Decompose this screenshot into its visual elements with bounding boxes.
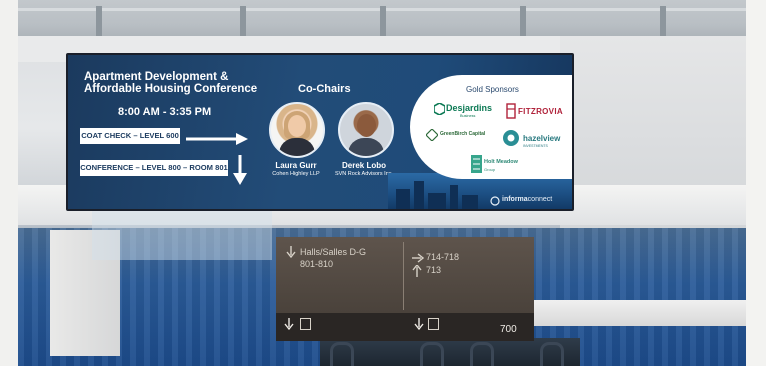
greenbirch-logo-icon	[426, 129, 438, 141]
chair-name: Laura Gurr	[275, 161, 317, 170]
desjardins-logo-icon	[434, 103, 445, 115]
sponsor-holt-meadow: Holt Meadow	[484, 159, 518, 165]
arrow-down-icon	[233, 155, 247, 185]
escalator-handrail	[540, 342, 564, 366]
railing-post	[96, 6, 102, 36]
railing-post	[660, 6, 666, 36]
chair-photo-laura-gurr	[269, 102, 325, 158]
arrow-down-icon	[414, 318, 424, 330]
arrow-down-left-icon	[286, 246, 296, 258]
halls-label: Halls/Salles D-G	[300, 247, 367, 257]
conference-time: 8:00 AM - 3:35 PM	[118, 106, 212, 118]
sponsor-desjardins: Desjardins	[446, 103, 493, 113]
cochairs-heading: Co-Chairs	[298, 83, 351, 95]
chair-name: Derek Lobo	[341, 161, 386, 170]
right-wall	[746, 0, 766, 366]
glass-railing	[92, 208, 272, 260]
conference-title: Apartment Development & Affordable Housi…	[84, 71, 258, 95]
sponsor-desjardins-sub: Business	[460, 114, 476, 118]
restroom-pictogram-icon	[428, 318, 439, 330]
brand-connect: connect	[527, 196, 553, 203]
escalator-handrail	[470, 342, 494, 366]
informa-connect-brand: informaconnect	[502, 196, 552, 203]
wayfinding-bottom-strip	[276, 313, 534, 341]
conference-display: Apartment Development & Affordable Housi…	[68, 55, 572, 209]
white-beam	[530, 300, 746, 326]
chair-org: Cohen Highley LLP	[272, 171, 320, 177]
railing-post	[520, 6, 526, 36]
sponsor-holt-meadow-sub: Group	[484, 167, 496, 172]
brand-informa: informa	[502, 196, 528, 203]
arrow-right-icon	[186, 133, 248, 145]
rooms-right-label: 714-718	[426, 252, 460, 262]
fitzrovia-logo-icon	[506, 103, 516, 119]
arrow-down-icon	[284, 318, 294, 330]
sponsor-hazelview-sub: INVESTMENTS	[523, 144, 548, 148]
escalator-handrail	[420, 342, 444, 366]
level-number: 700	[500, 324, 517, 335]
sponsor-hazelview: hazelview	[523, 134, 561, 143]
informa-logo-icon	[490, 196, 500, 206]
coat-check-label: COAT CHECK – LEVEL 600	[80, 128, 180, 144]
escalator-handrail	[330, 342, 354, 366]
arrow-right-small-icon	[412, 253, 424, 263]
chair-photo-derek-lobo	[338, 102, 394, 158]
coat-check-pictogram-icon	[300, 318, 311, 330]
arrow-up-icon	[412, 265, 422, 277]
railing-post	[380, 6, 386, 36]
rooms-label: 801-810	[300, 259, 334, 269]
sponsor-greenbirch: GreenBirch Capital	[440, 131, 486, 137]
conference-location-label: CONFERENCE – LEVEL 800 – ROOM 801	[80, 160, 228, 176]
gold-sponsors-heading: Gold Sponsors	[466, 85, 519, 94]
wayfinding-divider	[403, 242, 404, 310]
holt-meadow-logo-icon	[471, 155, 482, 173]
railing-post	[240, 6, 246, 36]
sponsor-fitzrovia: FITZROVIA	[518, 107, 563, 116]
left-wall	[0, 0, 18, 366]
room-713-label: 713	[426, 265, 442, 275]
hazelview-logo-icon	[503, 130, 519, 146]
